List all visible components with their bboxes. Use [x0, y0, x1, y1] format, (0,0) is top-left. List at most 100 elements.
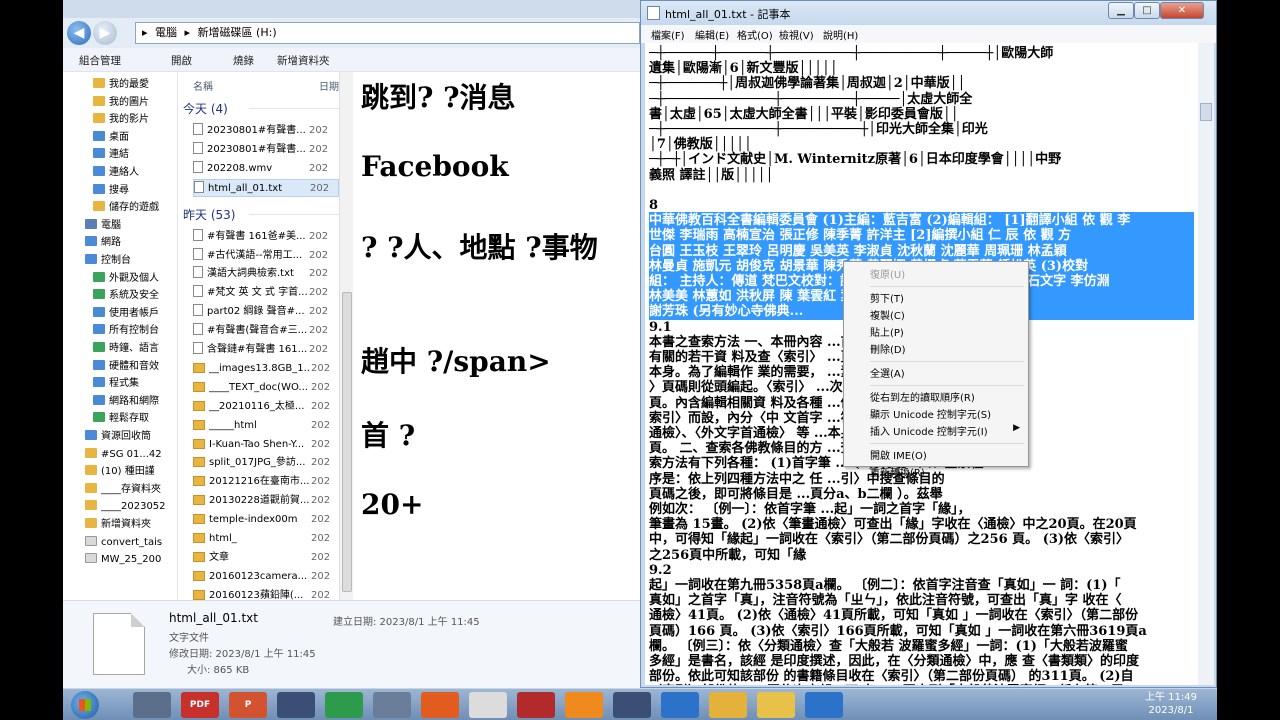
nav-item[interactable]: ____存資料夾	[63, 481, 177, 499]
nav-item[interactable]: 我的圖片	[63, 94, 177, 112]
file-row[interactable]: 20230801#有聲書... 202	[193, 141, 339, 159]
notepad-scroll-thumb[interactable]	[1200, 103, 1212, 121]
file-list-scrollbar[interactable]	[339, 72, 353, 600]
nav-item[interactable]: 我的影片	[63, 111, 177, 129]
menu-item[interactable]: 格式(O)	[737, 27, 773, 42]
column-name[interactable]: 名稱	[193, 78, 213, 93]
nav-item[interactable]: 時鐘、語言	[63, 340, 177, 358]
file-row[interactable]: #有聲書(聲音合#三... 202	[193, 322, 339, 340]
organize-button[interactable]: 組合管理	[79, 53, 121, 68]
nav-item[interactable]: 外觀及個人	[63, 270, 177, 288]
file-row[interactable]: #有聲書 161爸#美... 202	[193, 228, 339, 246]
file-row[interactable]: #梵文 英 文 式 字首...202	[193, 284, 339, 302]
clock[interactable]: 上午 11:49 2023/8/1	[1141, 691, 1201, 717]
file-row[interactable]: 20121216在臺南市... 202	[193, 473, 339, 491]
nav-item[interactable]: 搜尋	[63, 182, 177, 200]
folder-icon[interactable]	[757, 692, 795, 718]
file-row[interactable]: __20210116_太極... 202	[193, 398, 339, 416]
notepad-titlebar[interactable]: html_all_01.txt - 記事本 ▁ □ ✕	[641, 1, 1216, 25]
file-row[interactable]: 20160123camera... 202	[193, 568, 339, 586]
context-menu-item[interactable]: 顯示 Unicode 控制字元(S)	[870, 406, 991, 421]
file-row[interactable]: ____TEXT_doc(WO... 202	[193, 379, 339, 397]
emoji-icon[interactable]	[709, 692, 747, 718]
context-menu-item[interactable]: 複製(C)	[870, 307, 905, 322]
chrome-icon-2[interactable]	[805, 692, 843, 718]
nav-item[interactable]: 所有控制台	[63, 322, 177, 340]
context-menu-item[interactable]: 剪下(T)	[870, 290, 904, 305]
nav-item[interactable]: 使用者帳戶	[63, 305, 177, 323]
minimize-button[interactable]: ▁	[1108, 2, 1134, 19]
window-icon[interactable]	[373, 692, 411, 718]
file-row[interactable]: part02 綱錄 聲音#... 202	[193, 303, 339, 321]
file-row[interactable]: temple-index00m 202	[193, 511, 339, 529]
file-row[interactable]: __images13.8GB_1...202	[193, 360, 339, 378]
nav-item[interactable]: 資源回收筒	[63, 428, 177, 446]
nav-item[interactable]: 輕鬆存取	[63, 410, 177, 428]
new-folder-button[interactable]: 新增資料夾	[277, 53, 330, 68]
address-box[interactable]: ▸ 電腦 ▸ 新增磁碟區 (H:)	[135, 22, 640, 44]
nav-item[interactable]: (10) 種田謹	[63, 463, 177, 481]
file-row[interactable]: 202208.wmv 202	[193, 160, 339, 178]
nav-item[interactable]: 連結	[63, 146, 177, 164]
context-menu-item[interactable]: 全選(A)	[870, 365, 905, 380]
open-button[interactable]: 開啟	[171, 53, 192, 68]
calculator-icon[interactable]	[469, 692, 507, 718]
burn-button[interactable]: 燒錄	[233, 53, 254, 68]
nav-item[interactable]: 新增資料夾	[63, 516, 177, 534]
pdf-icon[interactable]: PDF	[181, 692, 219, 718]
menu-item[interactable]: 檔案(F)	[651, 27, 685, 42]
menu-item[interactable]: 說明(H)	[823, 27, 858, 42]
nav-item[interactable]: 我的最愛	[63, 76, 177, 94]
menu-item[interactable]: 檢視(V)	[779, 27, 814, 42]
nav-item[interactable]: 系統及安全	[63, 287, 177, 305]
nav-item[interactable]: 程式集	[63, 375, 177, 393]
nav-item[interactable]: 網路	[63, 234, 177, 252]
file-row[interactable]: 文章 202	[193, 549, 339, 567]
context-menu-item[interactable]: 從右到左的讀取順序(R)	[870, 389, 975, 404]
nav-item[interactable]: 儲存的遊戲	[63, 199, 177, 217]
notepad-scrollbar[interactable]	[1198, 43, 1214, 685]
file-row[interactable]: 含聲鏈#有聲書 161... 202	[193, 341, 339, 359]
refresh-app-icon[interactable]	[325, 692, 363, 718]
explorer-icon[interactable]	[133, 692, 171, 718]
file-row[interactable]: I-Kuan-Tao Shen-Y... 202	[193, 436, 339, 454]
file-row[interactable]: #古代漢語--常用工... 202	[193, 247, 339, 265]
context-menu-item[interactable]: 插入 Unicode 控制字元(I)	[870, 423, 988, 438]
context-menu-item[interactable]: 重新轉換(R)	[870, 464, 925, 479]
app-icon[interactable]	[517, 692, 555, 718]
file-row[interactable]: html_all_01.txt 202	[193, 178, 339, 197]
file-row[interactable]: split_017JPG_參訪... 202	[193, 454, 339, 472]
back-button[interactable]: ◀	[67, 21, 91, 45]
file-row[interactable]: 20160123蘋鉛陣(... 202	[193, 587, 339, 600]
file-row[interactable]: 漢語大詞典檢索.txt 202	[193, 265, 339, 283]
group-header[interactable]: 昨天 (53)	[183, 206, 235, 223]
network-icon[interactable]	[277, 692, 315, 718]
file-row[interactable]: 20230801#有聲書... 202	[193, 122, 339, 140]
firefox-icon[interactable]	[421, 692, 459, 718]
nav-item[interactable]: 網路和網際	[63, 393, 177, 411]
file-row[interactable]: _____html 202	[193, 417, 339, 435]
file-row[interactable]: 20130228道觀前賀... 202	[193, 492, 339, 510]
chrome-icon[interactable]	[661, 692, 699, 718]
powerpoint-icon[interactable]: P	[229, 692, 267, 718]
file-row[interactable]: html_ 202	[193, 530, 339, 548]
scroll-thumb[interactable]	[342, 292, 352, 592]
nav-item[interactable]: 連絡人	[63, 164, 177, 182]
breadcrumb-computer[interactable]: 電腦	[155, 26, 177, 39]
nav-item[interactable]: 桌面	[63, 129, 177, 147]
nav-item[interactable]: #SG 01...42	[63, 446, 177, 464]
nav-item[interactable]: convert_tais	[63, 534, 177, 552]
breadcrumb-drive[interactable]: 新增磁碟區 (H:)	[198, 26, 277, 39]
settings-icon[interactable]	[613, 692, 651, 718]
nav-item[interactable]: 控制台	[63, 252, 177, 270]
context-menu-item[interactable]: 刪除(D)	[870, 341, 906, 356]
nav-item[interactable]: 電腦	[63, 217, 177, 235]
nav-item[interactable]: 硬體和音效	[63, 358, 177, 376]
column-date[interactable]: 日期	[319, 78, 339, 93]
close-button[interactable]: ✕	[1160, 2, 1204, 19]
group-header[interactable]: 今天 (4)	[183, 100, 228, 117]
context-menu-item[interactable]: 貼上(P)	[870, 324, 904, 339]
nav-item[interactable]: ____2023052	[63, 498, 177, 516]
nav-item[interactable]: MW_25_200	[63, 551, 177, 569]
menu-item[interactable]: 編輯(E)	[695, 27, 729, 42]
